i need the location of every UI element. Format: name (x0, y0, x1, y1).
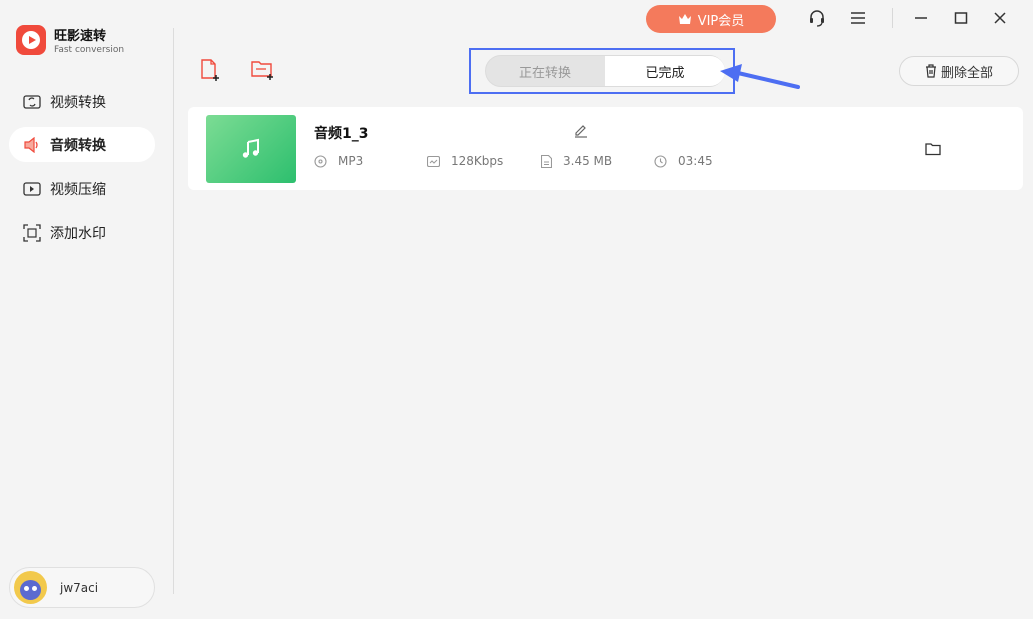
avatar (14, 571, 47, 604)
audio-convert-icon (23, 136, 41, 154)
disc-icon (314, 154, 327, 168)
trash-icon (925, 64, 936, 78)
close-icon[interactable] (990, 8, 1010, 28)
headset-icon[interactable] (807, 8, 827, 28)
file-format: MP3 (314, 154, 363, 168)
edit-icon[interactable] (573, 122, 589, 138)
sidebar-item-label: 视频压缩 (50, 181, 106, 198)
sidebar: 旺影速转 Fast conversion 视频转换 音频转换 视频压缩 添加水印 (0, 0, 174, 619)
video-convert-icon (23, 93, 41, 111)
watermark-icon (23, 223, 41, 242)
open-folder-icon[interactable] (925, 141, 943, 157)
vip-button[interactable]: VIP会员 (646, 5, 776, 33)
file-duration: 03:45 (654, 154, 713, 168)
sidebar-item-label: 音频转换 (50, 137, 106, 154)
sidebar-item-video-compress[interactable]: 视频压缩 (9, 171, 155, 206)
sidebar-item-label: 视频转换 (50, 94, 106, 111)
status-tabs: 正在转换 已完成 (485, 55, 725, 87)
crown-icon (678, 14, 691, 24)
minimize-icon[interactable] (911, 8, 931, 28)
sidebar-item-watermark[interactable]: 添加水印 (9, 215, 155, 250)
username: jw7aci (60, 580, 99, 595)
tab-completed[interactable]: 已完成 (605, 56, 725, 86)
bitrate-icon (427, 155, 440, 167)
sidebar-item-video-convert[interactable]: 视频转换 (9, 84, 155, 119)
header-divider (892, 8, 893, 28)
tab-converting[interactable]: 正在转换 (486, 56, 604, 86)
file-size: 3.45 MB (541, 154, 612, 168)
file-name: 音频1_3 (314, 126, 369, 142)
menu-icon[interactable] (848, 8, 868, 28)
delete-all-button[interactable]: 删除全部 (899, 56, 1019, 86)
add-file-icon[interactable] (198, 58, 222, 82)
app-subtitle: Fast conversion (54, 45, 125, 55)
user-profile[interactable]: jw7aci (9, 567, 155, 608)
app-logo-icon (16, 25, 46, 55)
file-bitrate: 128Kbps (427, 154, 503, 168)
sidebar-divider (173, 28, 174, 594)
vip-label: VIP会员 (697, 13, 745, 29)
maximize-icon[interactable] (951, 8, 971, 28)
video-compress-icon (23, 180, 41, 198)
add-folder-icon[interactable] (250, 58, 274, 82)
clock-icon (654, 154, 667, 168)
delete-all-label: 删除全部 (940, 65, 993, 81)
music-note-icon (242, 138, 259, 158)
sidebar-item-audio-convert[interactable]: 音频转换 (9, 127, 155, 162)
audio-thumbnail (206, 115, 296, 183)
app-name: 旺影速转 (54, 29, 107, 44)
list-item: 音频1_3 MP3 128Kbps 3.45 MB 03:45 (188, 107, 1023, 190)
sidebar-item-label: 添加水印 (50, 225, 106, 242)
annotation-arrow-icon (720, 64, 800, 89)
file-icon (541, 154, 552, 168)
